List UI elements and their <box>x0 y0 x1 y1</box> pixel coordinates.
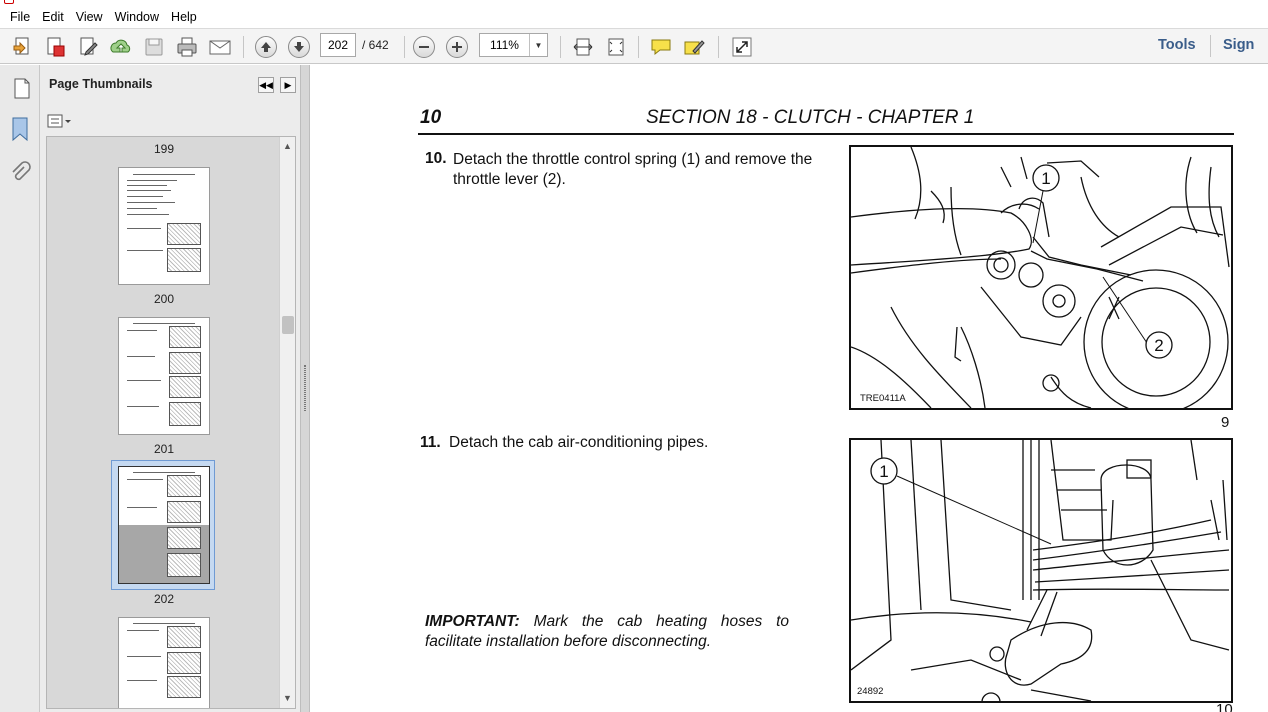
step-11-number: 11. <box>420 434 441 451</box>
scroll-down-icon[interactable]: ▼ <box>283 693 292 703</box>
step-10-number: 10. <box>425 150 447 167</box>
figure-10-aircon-pipes: 1 24892 <box>849 438 1233 703</box>
thumbnail-label-200: 200 <box>153 292 175 306</box>
figure-10-callout-1: 1 <box>879 462 888 481</box>
toolbar-separator <box>1210 35 1211 57</box>
collapse-panel-button[interactable]: ◀◀ <box>258 77 274 93</box>
toolbar-separator <box>560 36 561 58</box>
figure-9-throttle-lever: 1 2 TRE0411A <box>849 145 1233 410</box>
thumbnail-list[interactable]: 199 200 201 202 ▲ ▼ <box>46 136 296 709</box>
chevron-down-icon[interactable]: ▼ <box>529 34 547 56</box>
figure-10-number: 10 <box>1216 701 1233 712</box>
zoom-value: 111% <box>490 38 519 52</box>
tools-button[interactable]: Tools <box>1158 37 1196 53</box>
panel-splitter[interactable] <box>300 65 310 712</box>
figure-9-callout-1: 1 <box>1041 169 1050 188</box>
menu-view[interactable]: View <box>70 6 109 28</box>
zoom-out-button[interactable] <box>411 35 437 59</box>
toolbar-separator <box>243 36 244 58</box>
combine-files-icon[interactable] <box>42 35 68 59</box>
thumbnail-page-201[interactable] <box>118 317 210 435</box>
fullscreen-icon[interactable] <box>729 35 755 59</box>
panel-title: Page Thumbnails <box>49 77 153 91</box>
thumbnail-label-202: 202 <box>153 592 175 606</box>
scrollbar-thumb[interactable] <box>282 316 294 334</box>
thumbnail-options-icon[interactable] <box>47 112 73 130</box>
page-total-count: / 642 <box>362 38 389 52</box>
sign-button[interactable]: Sign <box>1223 37 1254 53</box>
document-page-number: 10 <box>420 107 442 128</box>
fit-page-icon[interactable] <box>603 35 629 59</box>
figure-10-code: 24892 <box>857 686 884 697</box>
toolbar-separator <box>718 36 719 58</box>
create-pdf-icon[interactable] <box>9 35 35 59</box>
bookmarks-icon[interactable] <box>9 116 31 145</box>
thumbnail-scrollbar[interactable]: ▲ ▼ <box>279 137 295 708</box>
menu-file[interactable]: File <box>4 6 36 28</box>
header-rule <box>418 133 1234 135</box>
highlight-icon[interactable] <box>682 35 708 59</box>
email-icon[interactable] <box>207 35 233 59</box>
fit-width-icon[interactable] <box>570 35 596 59</box>
menu-help[interactable]: Help <box>165 6 203 28</box>
zoom-in-button[interactable] <box>444 35 470 59</box>
document-section-title: SECTION 18 - CLUTCH - CHAPTER 1 <box>646 107 975 128</box>
thumbnail-label-201: 201 <box>153 442 175 456</box>
comment-icon[interactable] <box>648 35 674 59</box>
menu-window[interactable]: Window <box>109 6 165 28</box>
thumbnail-page-202-current[interactable] <box>118 466 210 584</box>
step-11-text: Detach the cab air-conditioning pipes. <box>449 434 709 451</box>
next-page-button[interactable] <box>286 35 312 59</box>
toolbar-separator <box>404 36 405 58</box>
figure-9-code: TRE0411A <box>860 393 906 404</box>
print-icon[interactable] <box>174 35 200 59</box>
menu-edit[interactable]: Edit <box>36 6 70 28</box>
thumbnail-page-200[interactable] <box>118 167 210 285</box>
previous-page-button[interactable] <box>253 35 279 59</box>
figure-9-callout-2: 2 <box>1154 336 1163 355</box>
thumbnails-panel: Page Thumbnails ◀◀ ▶ 199 200 201 202 ▲ ▼ <box>40 65 300 712</box>
panel-options-arrow[interactable]: ▶ <box>280 77 296 93</box>
thumbnail-page-203[interactable] <box>118 617 210 708</box>
save-icon[interactable] <box>141 35 167 59</box>
page-number-input[interactable]: 202 <box>320 33 356 57</box>
edit-document-icon[interactable] <box>75 35 101 59</box>
navigation-rail <box>0 65 40 712</box>
thumbnails-header: Page Thumbnails ◀◀ ▶ <box>40 65 300 105</box>
main-toolbar <box>0 28 1268 64</box>
attachments-icon[interactable] <box>9 161 31 188</box>
page-thumbnails-icon[interactable] <box>9 76 31 103</box>
zoom-select[interactable]: 111% ▼ <box>479 33 548 57</box>
cloud-upload-icon[interactable] <box>108 35 134 59</box>
toolbar-separator <box>638 36 639 58</box>
important-label: IMPORTANT: <box>425 613 520 630</box>
important-note: IMPORTANT: Mark the cab heating hoses to… <box>425 612 789 652</box>
figure-9-number: 9 <box>1221 414 1230 431</box>
thumbnail-label-199: 199 <box>153 142 175 156</box>
app-icon <box>4 0 14 4</box>
menu-bar: File Edit View Window Help <box>0 6 1268 28</box>
scroll-up-icon[interactable]: ▲ <box>283 141 292 151</box>
step-10-text: Detach the throttle control spring (1) a… <box>453 151 813 188</box>
